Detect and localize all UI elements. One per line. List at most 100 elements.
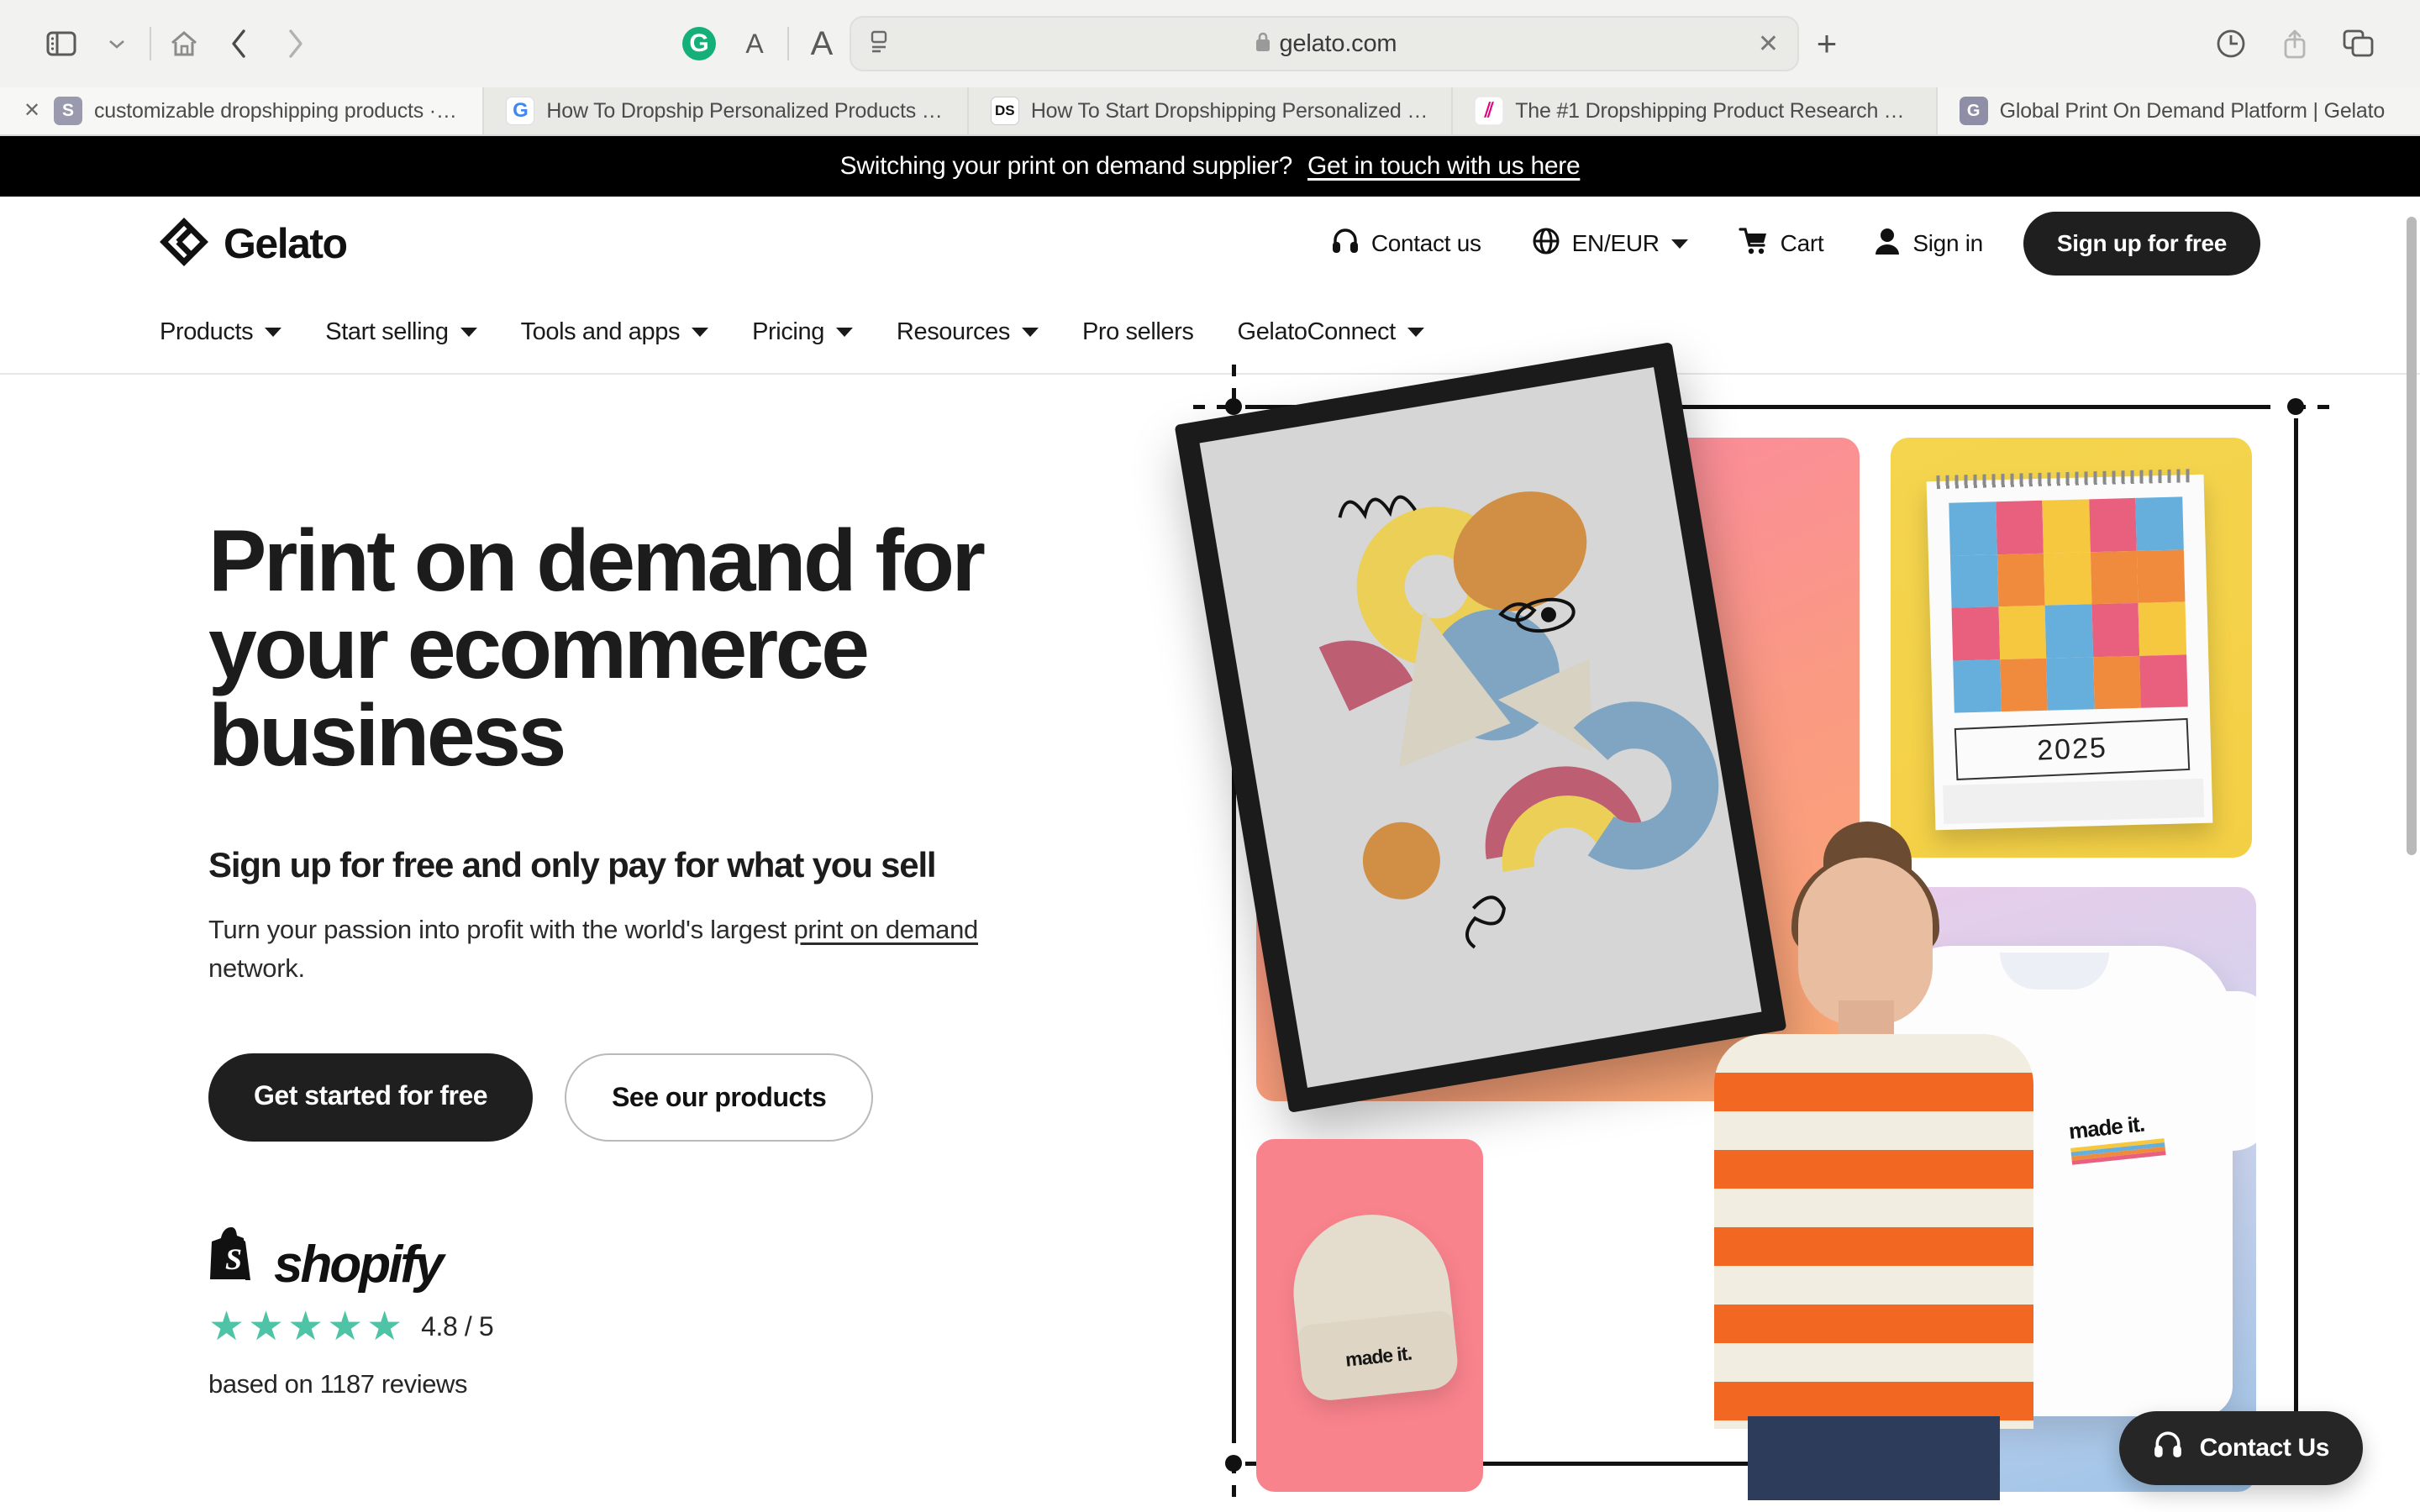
tab-close-icon[interactable]: ✕ bbox=[22, 101, 42, 121]
sign-up-button[interactable]: Sign up for free bbox=[2023, 212, 2260, 276]
print-on-demand-link[interactable]: print on demand bbox=[793, 915, 978, 944]
forward-button[interactable] bbox=[267, 16, 323, 71]
svg-text:S: S bbox=[225, 1242, 242, 1276]
star-rating: ★ ★ ★ ★ ★ 4.8 / 5 bbox=[208, 1304, 1193, 1349]
sidebar-dropdown-button[interactable] bbox=[89, 16, 145, 71]
page-scrollbar[interactable] bbox=[2407, 217, 2417, 855]
calendar-year: 2025 bbox=[1954, 717, 2191, 780]
calendar-artwork bbox=[1949, 496, 2188, 713]
tab-title: customizable dropshipping products · Con… bbox=[94, 98, 460, 123]
main-navigation: Products Start selling Tools and apps Pr… bbox=[0, 291, 2420, 375]
nav-item-pricing[interactable]: Pricing bbox=[752, 318, 897, 346]
tab-favicon: S bbox=[54, 97, 82, 125]
contact-us-widget[interactable]: Contact Us bbox=[2118, 1411, 2363, 1485]
chevron-down-icon bbox=[692, 327, 709, 337]
toolbar-divider bbox=[150, 27, 151, 60]
hero-cta-row: Get started for free See our products bbox=[208, 1053, 1193, 1142]
home-button[interactable] bbox=[156, 16, 212, 71]
nav-item-products[interactable]: Products bbox=[160, 318, 325, 346]
contact-us-label: Contact us bbox=[1370, 230, 1481, 256]
promo-link[interactable]: Get in touch with us here bbox=[1307, 152, 1581, 181]
sidebar-toggle-button[interactable] bbox=[34, 16, 89, 71]
browser-tab[interactable]: DS How To Start Dropshipping Personalize… bbox=[968, 87, 1454, 134]
locale-selector[interactable]: EN/EUR bbox=[1507, 227, 1713, 261]
browser-tab[interactable]: G How To Dropship Personalized Products … bbox=[484, 87, 969, 134]
toolbar-left-group bbox=[34, 16, 323, 71]
share-button[interactable] bbox=[2267, 16, 2323, 71]
contact-widget-label: Contact Us bbox=[2199, 1434, 2330, 1462]
star-icon: ★ bbox=[248, 1304, 285, 1349]
nav-item-tools-and-apps[interactable]: Tools and apps bbox=[521, 318, 753, 346]
promo-banner: Switching your print on demand supplier?… bbox=[0, 136, 2420, 197]
cart-label: Cart bbox=[1780, 230, 1824, 256]
tab-favicon: DS bbox=[990, 97, 1019, 125]
page-title: Print on demand for your ecommerce busin… bbox=[208, 512, 986, 785]
beanie-product: made it. bbox=[1286, 1206, 1460, 1404]
site-header: Gelato Contact us EN/EUR Cart Sign in Si… bbox=[0, 197, 2420, 291]
get-started-button[interactable]: Get started for free bbox=[208, 1053, 534, 1142]
browser-tab[interactable]: ⫽ The #1 Dropshipping Product Research T… bbox=[1453, 87, 1938, 134]
guide-tick bbox=[1232, 1462, 1236, 1500]
cart-icon bbox=[1739, 227, 1769, 261]
grammarly-icon: G bbox=[682, 27, 716, 60]
headset-icon bbox=[2153, 1430, 2183, 1467]
hero-subheading: Sign up for free and only pay for what y… bbox=[208, 845, 937, 885]
stop-reload-button[interactable]: ✕ bbox=[1758, 29, 1779, 59]
reader-view-icon[interactable] bbox=[870, 29, 893, 59]
toolbar-center-group: G A A gelato.com ✕ + bbox=[323, 16, 2203, 71]
url-text: gelato.com bbox=[1279, 29, 1397, 57]
calendar-product: 2025 bbox=[1926, 469, 2213, 831]
tshirt-print: made it. bbox=[2067, 1109, 2166, 1165]
shopify-rating-block: S shopify ★ ★ ★ ★ ★ 4.8 / 5 based on 118… bbox=[208, 1222, 1193, 1399]
shopify-wordmark: shopify bbox=[274, 1235, 444, 1294]
text-size-smaller-button[interactable]: A bbox=[727, 16, 782, 71]
chevron-down-icon bbox=[835, 327, 853, 337]
address-bar-content: gelato.com bbox=[893, 30, 1758, 58]
nav-label: Start selling bbox=[325, 318, 449, 345]
nav-label: Products bbox=[160, 318, 254, 345]
header-utilities: Contact us EN/EUR Cart Sign in Sign up f… bbox=[1306, 212, 2260, 276]
chevron-down-icon bbox=[1670, 239, 1688, 249]
gelato-logo[interactable]: Gelato bbox=[160, 217, 348, 270]
star-icon: ★ bbox=[208, 1304, 245, 1349]
grammarly-extension-button[interactable]: G bbox=[671, 16, 727, 71]
guide-tick bbox=[2294, 405, 2333, 409]
back-button[interactable] bbox=[212, 16, 267, 71]
tab-title: How To Dropship Personalized Products & … bbox=[546, 98, 945, 123]
globe-icon bbox=[1532, 227, 1560, 261]
sign-in-label: Sign in bbox=[1912, 230, 1983, 256]
rating-score: 4.8 / 5 bbox=[421, 1311, 494, 1342]
contact-us-link[interactable]: Contact us bbox=[1306, 227, 1507, 261]
hero-description-after: network. bbox=[208, 953, 305, 983]
new-tab-button[interactable]: + bbox=[1799, 16, 1854, 71]
tab-favicon: ⫽ bbox=[1475, 97, 1504, 125]
nav-item-resources[interactable]: Resources bbox=[897, 318, 1082, 346]
browser-tab[interactable]: G Global Print On Demand Platform | Gela… bbox=[1937, 87, 2420, 134]
sign-in-link[interactable]: Sign in bbox=[1849, 227, 2008, 261]
cart-link[interactable]: Cart bbox=[1713, 227, 1849, 261]
nav-item-start-selling[interactable]: Start selling bbox=[325, 318, 520, 346]
text-size-larger-button[interactable]: A bbox=[794, 16, 850, 71]
shopify-bag-icon: S bbox=[208, 1222, 262, 1289]
see-products-button[interactable]: See our products bbox=[565, 1053, 874, 1142]
nav-label: Pro sellers bbox=[1081, 318, 1194, 345]
star-icon: ★ bbox=[327, 1304, 364, 1349]
history-button[interactable] bbox=[2203, 16, 2259, 71]
gelato-logo-text: Gelato bbox=[224, 220, 348, 267]
nav-item-gelatoconnect[interactable]: GelatoConnect bbox=[1238, 318, 1468, 346]
address-bar[interactable]: gelato.com ✕ bbox=[850, 16, 1799, 71]
lock-icon bbox=[1255, 31, 1271, 57]
guide-line-right bbox=[2294, 418, 2298, 1443]
hero-description: Turn your passion into profit with the w… bbox=[208, 911, 1049, 988]
tab-bar: ✕ S customizable dropshipping products ·… bbox=[0, 87, 2420, 136]
browser-tab[interactable]: ✕ S customizable dropshipping products ·… bbox=[0, 87, 485, 134]
tab-overview-button[interactable] bbox=[2331, 16, 2386, 71]
nav-label: Pricing bbox=[752, 318, 824, 345]
nav-label: Resources bbox=[896, 318, 1010, 345]
tab-favicon: G bbox=[506, 97, 535, 125]
tab-title: The #1 Dropshipping Product Research Too… bbox=[1515, 98, 1914, 123]
model-photo bbox=[1697, 822, 2059, 1500]
calendar-card: 2025 bbox=[1891, 438, 2252, 858]
nav-item-pro-sellers[interactable]: Pro sellers bbox=[1082, 318, 1238, 346]
calendar-grid-page bbox=[1943, 778, 2205, 824]
